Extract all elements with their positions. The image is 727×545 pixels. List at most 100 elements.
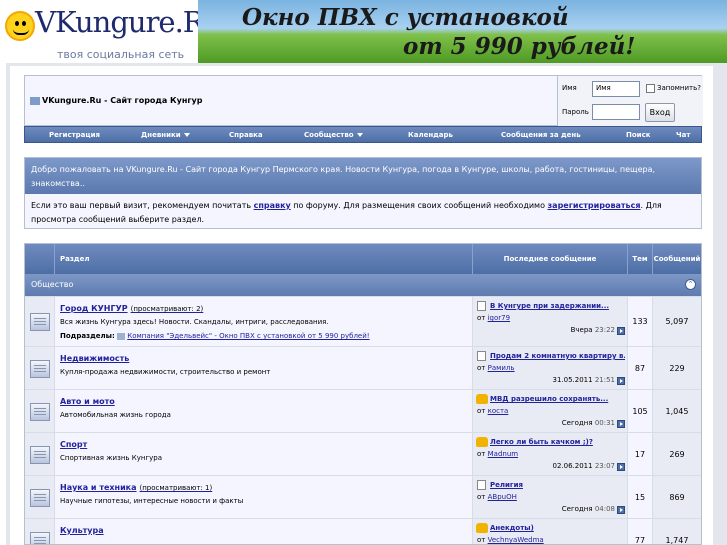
forum-title-link[interactable]: Недвижимость — [60, 354, 129, 363]
logo-brand: VKungure.Ru — [35, 5, 222, 39]
login-button[interactable]: Вход — [645, 103, 675, 122]
author-link[interactable]: igor79 — [488, 314, 510, 322]
forum-title-link[interactable]: Культура — [60, 526, 104, 535]
last-post-title[interactable]: В Кунгуре при задержании... — [490, 302, 625, 310]
last-post-cell: Легко ли быть качком ;)? от Madnum 02.06.2… — [473, 433, 628, 475]
thread-count: 87 — [634, 364, 646, 373]
author-link[interactable]: Madnum — [488, 450, 518, 458]
last-post-time: 23:22 — [594, 326, 615, 334]
thread-count: 105 — [632, 407, 648, 416]
last-post-date: Сегодня 04:08 — [562, 505, 615, 513]
posts-cell: 5,097 — [653, 297, 701, 346]
go-to-last-post-icon[interactable] — [617, 327, 625, 335]
posts-cell: 869 — [653, 476, 701, 518]
subforums-label: Подразделы: — [60, 332, 115, 340]
last-post-title[interactable]: Продам 2 комнатную квартиру в... — [490, 352, 625, 360]
banner-line-2: от 5 990 рублей! — [403, 33, 636, 60]
forum-description: Спортивная жизнь Кунгура — [60, 454, 162, 462]
nav-chat[interactable]: Чат — [676, 131, 690, 139]
by-prefix: от — [477, 493, 486, 501]
author-link[interactable]: коста — [488, 407, 509, 415]
posts-cell: 229 — [653, 347, 701, 389]
forum-viewing-count: (просматривают: 2) — [130, 305, 204, 313]
ad-banner[interactable]: Окно ПВХ с установкой от 5 990 рублей! — [198, 0, 727, 63]
posts-cell: 1,747 — [653, 519, 701, 544]
header-posts: Сообщений — [653, 255, 701, 263]
last-post-title[interactable]: Анекдоты) — [490, 524, 625, 532]
last-post-cell: В Кунгуре при задержании... от igor79 Вчер… — [473, 297, 628, 346]
welcome-box: Добро пожаловать на VKungure.Ru - Сайт г… — [24, 157, 702, 229]
go-to-last-post-icon[interactable] — [617, 463, 625, 471]
nav-help[interactable]: Справка — [229, 131, 263, 139]
forum-info-cell: Спорт Спортивная жизнь Кунгура — [55, 433, 473, 475]
forum-icon-cell — [25, 390, 55, 432]
last-post-time: 21:51 — [594, 376, 615, 384]
last-post-author: от Рамиль — [477, 364, 515, 372]
site-logo[interactable]: VKungure.Ru твоя социальная сеть — [5, 5, 222, 61]
last-post-cell: Продам 2 комнатную квартиру в... от Рамил… — [473, 347, 628, 389]
last-post-cell: МВД разрешило сохранять... от коста Сегодн… — [473, 390, 628, 432]
forum-icon-cell — [25, 519, 55, 544]
site-title[interactable]: VKungure.Ru - Сайт города Кунгур — [30, 96, 202, 105]
nav-community[interactable]: Сообщество — [304, 131, 363, 139]
forum-title: Город КУНГУР — [60, 304, 128, 313]
welcome-text-b: по форуму. Для размещения своих сообщени… — [290, 201, 548, 210]
forum-title: Авто и мото — [60, 397, 115, 406]
forum-title-link[interactable]: Наука и техника (просматривают: 1) — [60, 483, 212, 492]
author-link[interactable]: VechnyaWedma — [488, 536, 544, 544]
forum-title: Наука и техника — [60, 483, 137, 492]
help-link[interactable]: справку — [254, 201, 291, 210]
last-post-author: от коста — [477, 407, 508, 415]
by-prefix: от — [477, 314, 486, 322]
logo-tagline: твоя социальная сеть — [57, 48, 185, 61]
password-input[interactable] — [592, 104, 640, 120]
forum-title-link[interactable]: Город КУНГУР (просматривают: 2) — [60, 304, 203, 313]
forum-icon-cell — [25, 297, 55, 346]
category-header[interactable]: Общество ⌃ — [25, 274, 701, 296]
nav-blogs[interactable]: Дневники — [141, 131, 190, 139]
forum-description: Автомобильная жизнь города — [60, 411, 171, 419]
nav-todays-posts[interactable]: Сообщения за день — [501, 131, 581, 139]
remember-checkbox[interactable] — [646, 84, 655, 93]
remember-label: Запомнить? — [657, 84, 701, 92]
login-form: Имя Имя Запомнить? Пароль Вход — [557, 76, 703, 126]
forum-description: Научные гипотезы, интересные новости и ф… — [60, 497, 244, 505]
forum-status-icon — [30, 446, 50, 464]
forum-title-link[interactable]: Спорт — [60, 440, 87, 449]
last-post-title[interactable]: МВД разрешило сохранять... — [490, 395, 625, 403]
posts-cell: 1,045 — [653, 390, 701, 432]
collapse-icon[interactable]: ⌃ — [685, 279, 696, 290]
header-last-post: Последнее сообщение — [473, 244, 628, 274]
register-link[interactable]: зарегистрироваться — [548, 201, 641, 210]
author-link[interactable]: Рамиль — [488, 364, 515, 372]
thumbs-up-icon — [476, 437, 488, 447]
forum-title: Недвижимость — [60, 354, 130, 363]
last-post-title[interactable]: Легко ли быть качком ;)? — [490, 438, 625, 446]
go-to-last-post-icon[interactable] — [617, 377, 625, 385]
forum-title-link[interactable]: Авто и мото — [60, 397, 115, 406]
go-to-last-post-icon[interactable] — [617, 420, 625, 428]
forum-status-icon — [30, 360, 50, 378]
last-post-date: 02.06.2011 23:07 — [552, 462, 615, 470]
threads-cell: 105 — [628, 390, 653, 432]
forum-icon-cell — [25, 433, 55, 475]
forum-status-icon — [30, 489, 50, 507]
username-input[interactable]: Имя — [592, 81, 640, 97]
by-prefix: от — [477, 536, 486, 544]
header-section: Раздел — [55, 244, 473, 274]
subforum-link[interactable]: Компания "Эдельвейс" - Окно ПВХ с устано… — [127, 332, 369, 340]
nav-search[interactable]: Поиск — [626, 131, 650, 139]
nav-register[interactable]: Регистрация — [49, 131, 100, 139]
threads-cell: 77 — [628, 519, 653, 544]
last-post-day: 31.05.2011 — [552, 376, 593, 384]
last-post-author: от Madnum — [477, 450, 518, 458]
go-to-last-post-icon[interactable] — [617, 506, 625, 514]
author-link[interactable]: ABpuOH — [488, 493, 517, 501]
last-post-date: Сегодня 00:31 — [562, 419, 615, 427]
last-post-title[interactable]: Религия — [490, 481, 625, 489]
threads-cell: 87 — [628, 347, 653, 389]
last-post-author: от igor79 — [477, 314, 510, 322]
forum-info-cell: Культура — [55, 519, 473, 544]
nav-calendar[interactable]: Календарь — [408, 131, 453, 139]
forum-info-cell: Недвижимость Купля-продажа недвижимости, … — [55, 347, 473, 389]
